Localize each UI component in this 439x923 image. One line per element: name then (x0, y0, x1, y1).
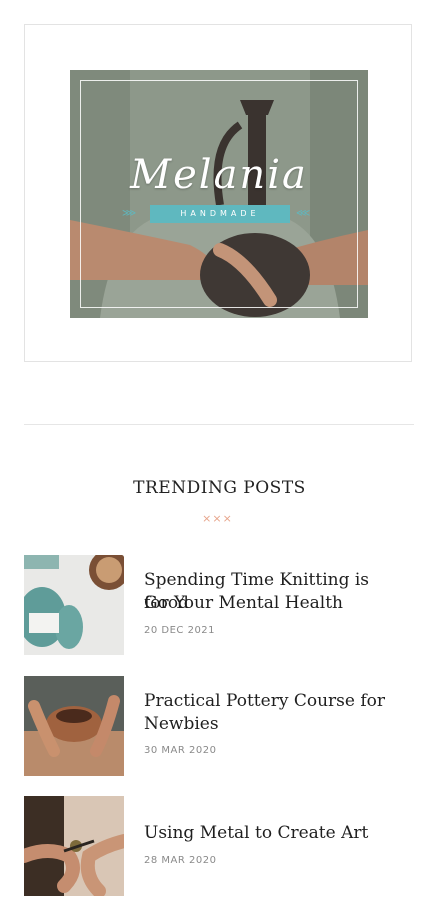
arrows-right-icon: ⋘ (296, 208, 311, 219)
heading-decoration: ××× (202, 512, 233, 525)
post-title-line-2[interactable]: for Your Mental Health (144, 592, 343, 615)
post-date: 28 MAR 2020 (144, 855, 217, 866)
logo-script-text: Melania (130, 152, 308, 198)
post-title-line-1[interactable]: Using Metal to Create Art (144, 822, 368, 845)
knitting-yarn-image (24, 555, 124, 655)
banner-image: Melania ⋙ HANDMADE ⋘ (70, 70, 368, 318)
trending-posts-heading: TRENDING POSTS (133, 478, 306, 498)
post-text: Using Metal to Create Art 28 MAR 2020 (144, 796, 412, 896)
logo-ribbon: HANDMADE (150, 205, 290, 223)
logo-banner[interactable]: Melania ⋙ HANDMADE ⋘ (24, 24, 412, 362)
metal-art-image (24, 796, 124, 896)
trending-post-item[interactable]: Practical Pottery Course for Newbies 30 … (24, 676, 424, 776)
post-title-line-2[interactable]: Newbies (144, 713, 219, 736)
pottery-hands-image (24, 676, 124, 776)
trending-post-item[interactable]: Using Metal to Create Art 28 MAR 2020 (24, 796, 424, 896)
post-title-line-1[interactable]: Practical Pottery Course for (144, 690, 385, 713)
post-thumbnail[interactable] (24, 555, 124, 655)
section-divider (24, 424, 414, 425)
post-date: 20 DEC 2021 (144, 625, 216, 636)
arrows-left-icon: ⋙ (122, 208, 137, 219)
post-date: 30 MAR 2020 (144, 745, 217, 756)
post-thumbnail[interactable] (24, 796, 124, 896)
post-text: Spending Time Knitting is Good for Your … (144, 555, 412, 655)
trending-post-item[interactable]: Spending Time Knitting is Good for Your … (24, 555, 424, 655)
post-thumbnail[interactable] (24, 676, 124, 776)
post-text: Practical Pottery Course for Newbies 30 … (144, 676, 412, 776)
